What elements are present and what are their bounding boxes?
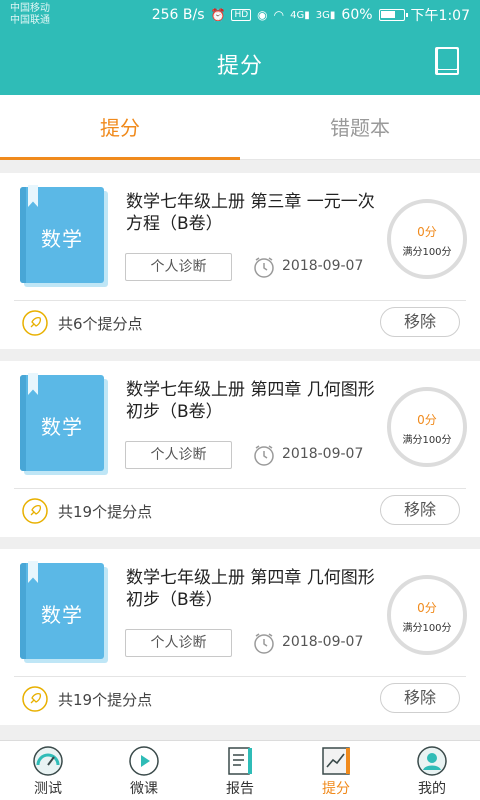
exam-date: 2018-09-07 bbox=[282, 258, 364, 274]
full-score: 满分100分 bbox=[402, 247, 452, 258]
page-title: 提分 bbox=[216, 54, 263, 79]
points-count: 共19个提分点 bbox=[58, 691, 153, 709]
signal-4g-icon: 4G▮ bbox=[290, 9, 310, 21]
points-count: 共6个提分点 bbox=[58, 315, 143, 333]
nav-report[interactable]: 报告 bbox=[192, 741, 288, 800]
remove-button[interactable]: 移除 bbox=[380, 495, 460, 525]
exam-card[interactable]: 数学 数学七年级上册 第四章 几何图形初步（B卷） 个人诊断 2018-09-0… bbox=[0, 361, 480, 537]
status-icons: 256 B/s ⏰ HD ◉ ◠ 4G▮ 3G▮ 60% 下午1:07 bbox=[152, 5, 470, 25]
nav-label: 微课 bbox=[130, 781, 158, 797]
remove-button[interactable]: 移除 bbox=[380, 307, 460, 337]
user-avatar-icon bbox=[417, 746, 447, 776]
carrier-2: 中国联通 bbox=[10, 15, 50, 26]
exam-date: 2018-09-07 bbox=[282, 634, 364, 650]
exam-title: 数学七年级上册 第四章 几何图形初步（B卷） bbox=[126, 568, 375, 610]
book-label: 数学 bbox=[41, 415, 83, 439]
test-gauge-icon bbox=[33, 746, 63, 776]
battery-percent: 60% bbox=[341, 7, 373, 23]
clock-time: 下午1:07 bbox=[410, 8, 470, 24]
score-circle: 0分 满分100分 bbox=[387, 387, 467, 467]
nav-label: 报告 bbox=[226, 781, 254, 797]
exam-card[interactable]: 数学 数学七年级上册 第三章 一元一次方程（B卷） 个人诊断 2018-09-0… bbox=[0, 173, 480, 349]
tab-indicator bbox=[0, 157, 240, 160]
diagnose-button[interactable]: 个人诊断 bbox=[125, 629, 232, 657]
book-label: 数学 bbox=[41, 603, 83, 627]
diagnose-button[interactable]: 个人诊断 bbox=[125, 253, 232, 281]
exam-card[interactable]: 数学 数学七年级上册 第四章 几何图形初步（B卷） 个人诊断 2018-09-0… bbox=[0, 549, 480, 725]
wifi-icon: ◠ bbox=[273, 8, 285, 22]
book-cover-icon: 数学 bbox=[20, 561, 108, 663]
divider bbox=[14, 300, 466, 301]
nav-label: 测试 bbox=[34, 781, 62, 797]
nav-profile[interactable]: 我的 bbox=[384, 741, 480, 800]
top-bar: 中国移动 中国联通 256 B/s ⏰ HD ◉ ◠ 4G▮ 3G▮ 60% 下… bbox=[0, 0, 480, 95]
trend-chart-icon bbox=[322, 747, 350, 775]
carrier-1: 中国移动 bbox=[10, 3, 50, 14]
book-cover-icon: 数学 bbox=[20, 185, 108, 287]
points-count: 共19个提分点 bbox=[58, 503, 153, 521]
report-icon bbox=[228, 747, 252, 775]
divider bbox=[14, 488, 466, 489]
tab-mistake-book[interactable]: 错题本 bbox=[240, 95, 480, 160]
hd-icon: HD bbox=[231, 9, 252, 21]
alarm-icon: ⏰ bbox=[210, 8, 226, 22]
notebook-button[interactable] bbox=[434, 46, 460, 76]
status-bar: 中国移动 中国联通 256 B/s ⏰ HD ◉ ◠ 4G▮ 3G▮ 60% 下… bbox=[0, 0, 480, 30]
nav-score-boost[interactable]: 提分 bbox=[288, 741, 384, 800]
clock-icon bbox=[254, 257, 274, 278]
score-value: 0分 bbox=[417, 225, 437, 239]
rocket-icon bbox=[22, 498, 48, 524]
clock-icon bbox=[254, 633, 274, 654]
signal-3g-icon: 3G▮ bbox=[315, 9, 336, 21]
nav-lessons[interactable]: 微课 bbox=[96, 741, 192, 800]
rocket-icon bbox=[22, 310, 48, 336]
bottom-nav: 测试 微课 报告 提分 我的 bbox=[0, 740, 480, 800]
score-value: 0分 bbox=[417, 413, 437, 427]
book-label: 数学 bbox=[41, 227, 83, 251]
network-speed: 256 B/s bbox=[151, 7, 205, 23]
score-circle: 0分 满分100分 bbox=[387, 199, 467, 279]
exam-date: 2018-09-07 bbox=[282, 446, 364, 462]
exam-title: 数学七年级上册 第三章 一元一次方程（B卷） bbox=[126, 192, 375, 234]
nav-test[interactable]: 测试 bbox=[0, 741, 96, 800]
book-cover-icon: 数学 bbox=[20, 373, 108, 475]
battery-icon bbox=[378, 9, 408, 21]
nav-label: 我的 bbox=[418, 781, 446, 797]
full-score: 满分100分 bbox=[402, 623, 452, 634]
clock-icon bbox=[254, 445, 274, 466]
book-icon bbox=[435, 47, 459, 75]
carrier-info: 中国移动 中国联通 bbox=[10, 3, 50, 27]
score-value: 0分 bbox=[417, 601, 437, 615]
exam-title: 数学七年级上册 第四章 几何图形初步（B卷） bbox=[126, 380, 375, 422]
remove-button[interactable]: 移除 bbox=[380, 683, 460, 713]
score-circle: 0分 满分100分 bbox=[387, 575, 467, 655]
nav-label: 提分 bbox=[322, 781, 350, 797]
full-score: 满分100分 bbox=[402, 435, 452, 446]
divider bbox=[14, 676, 466, 677]
tab-score-boost[interactable]: 提分 bbox=[0, 95, 240, 160]
play-icon bbox=[129, 746, 159, 776]
tab-bar: 提分 错题本 bbox=[0, 95, 480, 160]
diagnose-button[interactable]: 个人诊断 bbox=[125, 441, 232, 469]
eye-icon: ◉ bbox=[257, 8, 268, 22]
rocket-icon bbox=[22, 686, 48, 712]
